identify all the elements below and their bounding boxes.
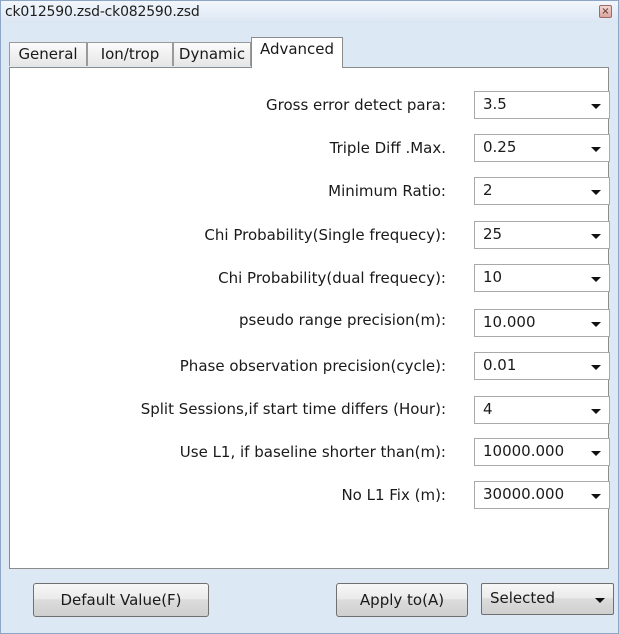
tab-ion-trop[interactable]: Ion/trop [87,42,173,66]
chevron-down-icon [591,322,601,327]
tab-general[interactable]: General [9,42,87,66]
chi-single-value: 25 [483,225,503,243]
chevron-down-icon [591,409,601,414]
chevron-down-icon [591,494,601,499]
chevron-down-icon [591,104,601,109]
tab-strip: General Ion/trop Dynamic Advanced [9,37,609,68]
chevron-down-icon [591,365,601,370]
chevron-down-icon [591,451,601,456]
triple-diff-select[interactable]: 0.25 [474,134,610,162]
chi-dual-select[interactable]: 10 [474,264,610,292]
title-bar[interactable]: ck012590.zsd-ck082590.zsd × [1,1,618,23]
gross-error-label: Gross error detect para: [266,96,446,114]
chevron-down-icon [591,190,601,195]
use-l1-select[interactable]: 10000.000 [474,438,610,466]
minimum-ratio-label: Minimum Ratio: [328,182,446,200]
chi-single-label: Chi Probability(Single frequecy): [204,226,446,244]
chi-dual-value: 10 [483,268,503,286]
triple-diff-label: Triple Diff .Max. [329,139,446,157]
minimum-ratio-value: 2 [483,181,493,199]
gross-error-select[interactable]: 3.5 [474,91,610,119]
no-l1-fix-value: 30000.000 [483,485,565,503]
phase-precision-label: Phase observation precision(cycle): [179,357,446,375]
default-value-button[interactable]: Default Value(F) [33,583,209,617]
tab-advanced[interactable]: Advanced [251,37,343,68]
pseudo-range-select[interactable]: 10.000 [474,309,610,337]
apply-target-select[interactable]: Selected [481,583,614,615]
pseudo-range-value: 10.000 [483,313,536,331]
chi-single-select[interactable]: 25 [474,221,610,249]
close-icon[interactable]: × [599,5,612,18]
chevron-down-icon [591,234,601,239]
no-l1-fix-select[interactable]: 30000.000 [474,481,610,509]
no-l1-fix-label: No L1 Fix (m): [341,486,446,504]
phase-precision-value: 0.01 [483,356,517,374]
use-l1-value: 10000.000 [483,442,565,460]
chevron-down-icon [591,277,601,282]
triple-diff-value: 0.25 [483,138,517,156]
minimum-ratio-select[interactable]: 2 [474,177,610,205]
advanced-panel: Gross error detect para: 3.5 Triple Diff… [9,67,610,569]
pseudo-range-label: pseudo range precision(m): [239,311,446,329]
apply-target-value: Selected [490,589,556,607]
use-l1-label: Use L1, if baseline shorter than(m): [179,443,446,461]
chevron-down-icon [591,147,601,152]
split-sessions-select[interactable]: 4 [474,396,610,424]
gross-error-value: 3.5 [483,95,507,113]
tab-dynamic[interactable]: Dynamic [173,42,251,66]
chevron-down-icon [595,598,605,603]
split-sessions-value: 4 [483,400,493,418]
dialog-window: ck012590.zsd-ck082590.zsd × General Ion/… [0,0,619,634]
window-title: ck012590.zsd-ck082590.zsd [5,4,200,20]
split-sessions-label: Split Sessions,if start time differs (Ho… [140,400,446,418]
chi-dual-label: Chi Probability(dual frequecy): [218,269,446,287]
button-bar: Default Value(F) Apply to(A) Selected [1,569,618,633]
phase-precision-select[interactable]: 0.01 [474,352,610,380]
apply-to-button[interactable]: Apply to(A) [336,583,468,617]
